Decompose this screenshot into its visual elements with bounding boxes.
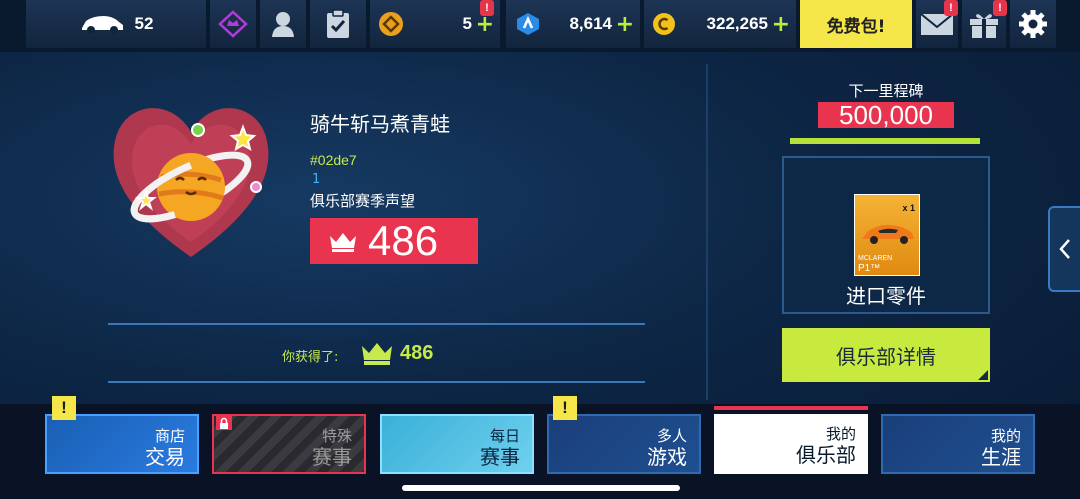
club-name: 骑牛斩马煮青蛙 [310, 112, 450, 136]
car-icon [81, 16, 123, 34]
nav-label-line1: 我的 [990, 427, 1021, 445]
lock-badge [216, 416, 232, 430]
reward-label: 进口零件 [846, 284, 926, 308]
sports-car-icon [862, 224, 914, 244]
crown-icon [330, 233, 356, 252]
milestone-progress-bar [790, 138, 980, 144]
token-icon [379, 12, 403, 36]
tokens-value: 5 [462, 14, 472, 33]
nav-label-line2: 生涯 [981, 445, 1021, 469]
add-credits-icon[interactable]: + [772, 12, 790, 37]
tokens-alert-badge: ! [480, 0, 494, 16]
profile-icon [272, 12, 294, 37]
nav-label-line2: 游戏 [647, 445, 687, 469]
mail-alert-badge: ! [944, 0, 958, 16]
club-reputation-badge: 486 [310, 217, 478, 264]
clipboard-check-icon [327, 9, 349, 38]
nav-special-events[interactable]: 特殊 赛事 [212, 414, 366, 474]
lock-icon [220, 417, 228, 429]
divider-top [108, 323, 645, 325]
club-tag: #02de7 [310, 152, 357, 168]
reward-car-card: x 1 MCLAREN P1™ [854, 194, 920, 276]
reward-qty: x 1 [902, 203, 915, 213]
active-tab-indicator [714, 406, 868, 410]
nav-my-career[interactable]: 我的 生涯 [881, 414, 1035, 474]
nav-label-line2: 赛事 [480, 445, 520, 469]
panel-divider [706, 64, 708, 400]
credits-value: 322,265 [706, 14, 768, 33]
garage-button[interactable]: 52 [26, 0, 206, 48]
earned-crown-icon [362, 343, 392, 365]
earned-label: 你获得了: [282, 350, 339, 365]
cars-count: 52 [134, 14, 154, 33]
club-logo-heart-planet [113, 108, 269, 258]
reward-car-model: P1™ [858, 263, 881, 274]
blueprints-counter[interactable]: 8,614 + [506, 0, 640, 48]
blueprint-icon [517, 13, 539, 35]
milestone-value: 500,000 [818, 102, 954, 129]
multiplayer-alert-badge: ! [553, 396, 577, 420]
nav-daily-events[interactable]: 每日 赛事 [380, 414, 534, 474]
divider-bottom [108, 381, 645, 383]
credits-counter[interactable]: 322,265 + [644, 0, 796, 48]
nav-shop-trade[interactable]: 商店 交易 [45, 414, 199, 474]
gift-alert-badge: ! [993, 0, 1007, 16]
free-pack-button[interactable]: 免费包! [800, 0, 912, 48]
add-blueprints-icon[interactable]: + [616, 12, 634, 37]
side-panel-toggle[interactable] [1048, 206, 1080, 292]
gear-icon [1019, 10, 1047, 38]
chevron-left-icon [1059, 239, 1070, 259]
reward-car-brand: MCLAREN [858, 255, 893, 262]
club-number: 1 [312, 172, 321, 187]
profile-button[interactable] [260, 0, 306, 48]
shop-alert-badge: ! [52, 396, 76, 420]
club-reputation-value: 486 [368, 217, 439, 264]
tasks-button[interactable] [310, 0, 366, 48]
nav-my-club[interactable]: 我的 俱乐部 [714, 414, 868, 474]
nav-label-line1: 特殊 [321, 427, 352, 445]
home-indicator[interactable] [402, 485, 680, 491]
milestone-reward-card[interactable]: x 1 MCLAREN P1™ 进口零件 [782, 156, 990, 314]
nav-label-line1: 商店 [154, 427, 185, 445]
nav-label-line1: 多人 [656, 427, 687, 445]
nav-multiplayer[interactable]: 多人 游戏 [547, 414, 701, 474]
milestone-label: 下一里程碑 [848, 82, 924, 100]
nav-label-line1: 每日 [489, 427, 520, 445]
nav-label-line2: 交易 [145, 445, 185, 469]
crown-league-icon [218, 10, 248, 38]
top-bar: 52 5 + ! 8,614 + 322,265 + 免费包! ! ! [0, 0, 1080, 52]
earned-value: 486 [400, 342, 434, 364]
nav-label-line2: 俱乐部 [796, 443, 856, 467]
nav-label-line2: 赛事 [312, 445, 352, 469]
club-details-button[interactable]: 俱乐部详情 [782, 328, 990, 382]
club-details-corner-icon [978, 370, 988, 380]
credits-icon [653, 13, 675, 35]
nav-label-line1: 我的 [825, 425, 856, 443]
club-reputation-label: 俱乐部赛季声望 [310, 192, 416, 210]
league-button[interactable] [210, 0, 256, 48]
blueprints-value: 8,614 [569, 14, 612, 33]
settings-button[interactable] [1010, 0, 1056, 48]
